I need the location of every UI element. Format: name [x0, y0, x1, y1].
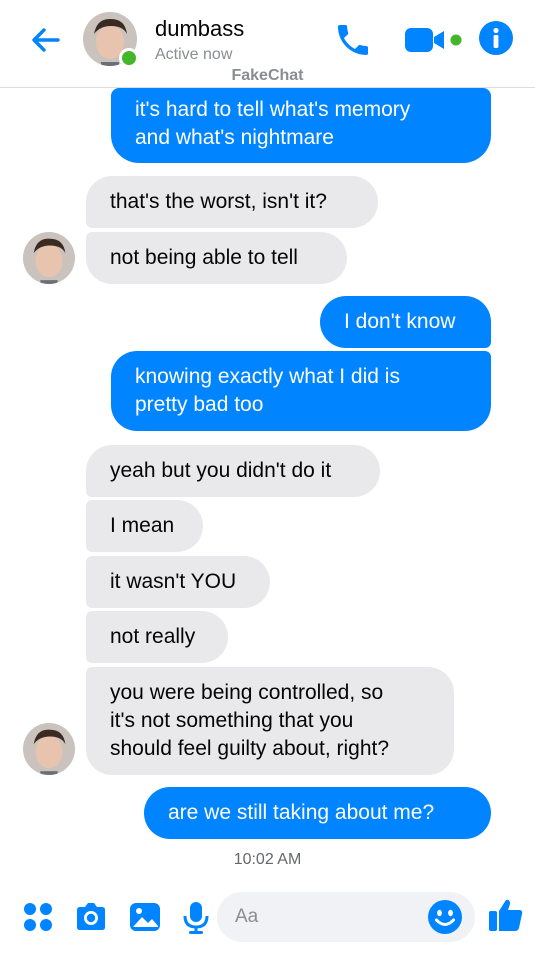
- message-text-line: I don't know: [344, 310, 456, 333]
- video-camera-icon[interactable]: [403, 24, 463, 56]
- avatar-image: [23, 232, 75, 284]
- message-bubble-incoming[interactable]: yeah but you didn't do it: [86, 445, 380, 497]
- message-composer: [0, 880, 535, 960]
- message-bubble-outgoing[interactable]: knowing exactly what I did is pretty bad…: [111, 351, 491, 431]
- message-bubble-outgoing[interactable]: are we still taking about me?: [144, 787, 491, 839]
- message-text-line: it's hard to tell what's memory: [135, 98, 411, 121]
- message-text-line: it's not something that you: [110, 709, 354, 732]
- sender-avatar[interactable]: [23, 232, 75, 284]
- message-text-line: not being able to tell: [110, 246, 298, 269]
- message-bubble-outgoing[interactable]: I don't know: [320, 296, 491, 348]
- emoji-icon[interactable]: [427, 899, 463, 935]
- message-input[interactable]: [235, 892, 425, 942]
- message-text-line: it wasn't YOU: [110, 570, 237, 593]
- contact-avatar[interactable]: [83, 12, 139, 68]
- sender-avatar[interactable]: [23, 723, 75, 775]
- app-brand-label: FakeChat: [231, 67, 304, 84]
- active-status: Active now: [155, 46, 233, 63]
- message-bubble-outgoing[interactable]: it's hard to tell what's memory and what…: [111, 88, 491, 163]
- message-text-line: and what's nightmare: [135, 126, 334, 149]
- chat-header: dumbass Active now FakeChat: [0, 0, 535, 88]
- message-bubble-incoming[interactable]: you were being controlled, so it's not s…: [86, 667, 454, 775]
- message-timestamp: 10:02 AM: [233, 851, 302, 868]
- apps-grid-icon[interactable]: [20, 899, 56, 935]
- online-indicator: [119, 48, 139, 68]
- back-arrow-icon[interactable]: [28, 22, 64, 58]
- microphone-icon[interactable]: [178, 899, 214, 935]
- message-text-line: knowing exactly what I did is: [135, 365, 400, 388]
- message-text-line: I mean: [110, 514, 175, 537]
- message-text-line: you were being controlled, so: [110, 681, 384, 704]
- info-icon[interactable]: [478, 20, 514, 56]
- message-bubble-incoming[interactable]: I mean: [86, 500, 203, 552]
- avatar-image: [23, 723, 75, 775]
- image-icon[interactable]: [127, 899, 163, 935]
- message-input-box[interactable]: [217, 892, 475, 942]
- message-text-line: pretty bad too: [135, 393, 264, 416]
- message-bubble-incoming[interactable]: not being able to tell: [86, 232, 347, 284]
- phone-icon[interactable]: [333, 20, 373, 60]
- message-bubble-incoming[interactable]: that's the worst, isn't it?: [86, 176, 378, 228]
- message-text-line: not really: [110, 625, 196, 648]
- message-text-line: should feel guilty about, right?: [110, 737, 390, 760]
- message-text-line: that's the worst, isn't it?: [110, 190, 327, 213]
- message-bubble-incoming[interactable]: it wasn't YOU: [86, 556, 270, 608]
- message-text-line: are we still taking about me?: [168, 801, 435, 824]
- contact-name[interactable]: dumbass: [155, 16, 244, 42]
- thumbs-up-icon[interactable]: [487, 896, 525, 934]
- camera-icon[interactable]: [73, 899, 109, 935]
- message-text-line: yeah but you didn't do it: [110, 459, 332, 482]
- message-bubble-incoming[interactable]: not really: [86, 611, 228, 663]
